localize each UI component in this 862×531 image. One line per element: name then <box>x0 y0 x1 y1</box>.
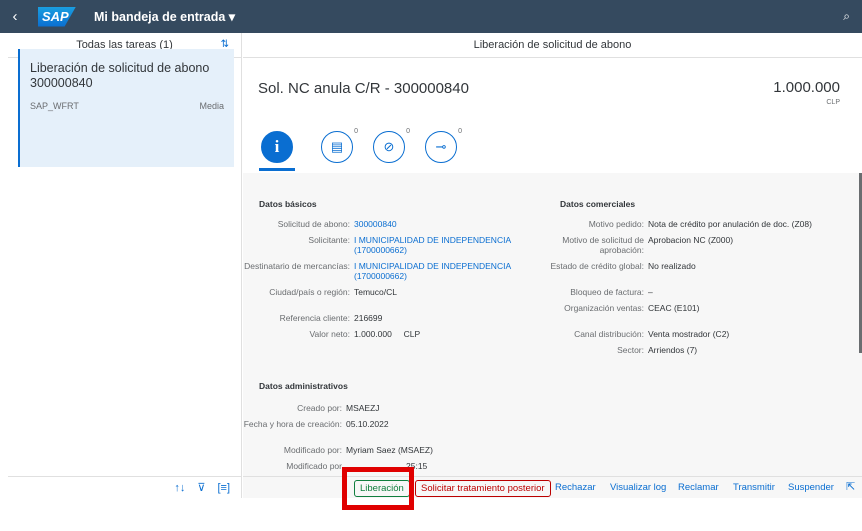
section-basic-title: Datos básicos <box>259 199 317 209</box>
commercial-value: Aprobacion NC (Z000) <box>648 235 734 245</box>
icon-tab-bar: i ▤ 0 ⊘ 0 ⊸ 0 <box>243 127 862 171</box>
active-tab-indicator <box>259 168 295 171</box>
commercial-row-6: Canal distribución: Venta mostrador (C2) <box>533 329 853 339</box>
notes-count: 0 <box>354 128 358 135</box>
detail-pane: Liberación de solicitud de abono Sol. NC… <box>243 33 862 498</box>
basic-label: Solicitante: <box>308 235 350 245</box>
link-count: 0 <box>458 128 462 135</box>
object-currency: CLP <box>826 99 840 106</box>
basic-label: Ciudad/país o región: <box>269 287 350 297</box>
group-icon[interactable]: [≡] <box>217 482 230 494</box>
admin-row-1: Creado por: MSAEZJ <box>243 403 516 413</box>
commercial-label: Sector: <box>617 345 644 355</box>
suspender-button[interactable]: Suspender <box>788 482 834 493</box>
list-item-user: SAP_WFRT <box>30 101 79 111</box>
basic-value-link[interactable]: I MUNICIPALIDAD DE INDEPENDENCIA (170000… <box>354 261 529 281</box>
object-amount: 1.000.000 <box>773 79 840 96</box>
commercial-value: No realizado <box>648 261 696 271</box>
app-window: ‹ SAP Mi bandeja de entrada ▾ ⌕ Todas la… <box>0 0 862 531</box>
admin-label: Fecha y hora de creación: <box>243 419 342 429</box>
section-admin-title: Datos administrativos <box>259 381 348 391</box>
commercial-row-7: Sector: Arriendos (7) <box>533 345 853 355</box>
admin-value: 05.10.2022 <box>346 419 389 429</box>
basic-label: Referencia cliente: <box>279 313 350 323</box>
admin-label: Modificado por: <box>283 445 342 455</box>
basic-row-3: Destinatario de mercancías: I MUNICIPALID… <box>243 261 529 281</box>
commercial-label: Motivo de solicitud de aprobación: <box>562 235 644 255</box>
detail-content: Datos básicos Solicitud de abono: 3000008… <box>243 173 862 498</box>
admin-value: Myriam Saez (MSAEZ) <box>346 445 433 455</box>
basic-row-6: Valor neto: 1.000.000 CLP <box>243 329 524 339</box>
search-icon[interactable]: ⌕ <box>843 9 850 24</box>
object-title: Sol. NC anula C/R - 300000840 <box>258 80 469 97</box>
commercial-label: Estado de crédito global: <box>550 261 644 271</box>
admin-label: Creado por: <box>297 403 342 413</box>
commercial-value: Arriendos (7) <box>648 345 698 355</box>
list-item-sub: SAP_WFRT Media <box>30 101 224 111</box>
basic-row-1: Solicitud de abono: 300000840 <box>243 219 524 229</box>
commercial-value: Venta mostrador (C2) <box>648 329 730 339</box>
notes-icon[interactable]: ▤ 0 <box>321 128 358 163</box>
detail-header: Liberación de solicitud de abono <box>243 33 862 58</box>
commercial-row-2: Motivo de solicitud de aprobación: Aproba… <box>533 235 853 255</box>
basic-row-2: Solicitante: I MUNICIPALIDAD DE INDEPENDE… <box>243 235 529 255</box>
info-icon[interactable]: i <box>261 131 293 163</box>
commercial-row-5: Organización ventas: CEAC (E101) <box>533 303 853 313</box>
commercial-label: Canal distribución: <box>574 329 644 339</box>
commercial-row-4: Bloqueo de factura: – <box>533 287 853 297</box>
filter-icon[interactable]: ⊽ <box>197 481 205 494</box>
commercial-label: Organización ventas: <box>564 303 644 313</box>
admin-row-2: Fecha y hora de creación: 05.10.2022 <box>243 419 516 429</box>
basic-label: Destinatario de mercancías: <box>244 261 350 271</box>
section-commercial-title: Datos comerciales <box>560 199 636 209</box>
list-item-title: Liberación de solicitud de abono 3000008… <box>30 61 210 90</box>
transmitir-button[interactable]: Transmitir <box>733 482 775 493</box>
admin-row-3: Modificado por: Myriam Saez (MSAEZ) <box>243 445 516 455</box>
footer-toolbar: Liberación Solicitar tratamiento posteri… <box>243 476 862 498</box>
commercial-row-1: Motivo pedido: Nota de crédito por anulac… <box>533 219 853 229</box>
visualizar-log-button[interactable]: Visualizar log <box>610 482 666 493</box>
list-item-priority: Media <box>199 101 224 111</box>
attachment-count: 0 <box>406 128 410 135</box>
admin-label: Modificado por <box>286 461 342 471</box>
basic-value-link[interactable]: I MUNICIPALIDAD DE INDEPENDENCIA (170000… <box>354 235 529 255</box>
basic-value: 216699 <box>354 313 383 323</box>
commercial-value: – <box>648 287 653 297</box>
attachment-icon[interactable]: ⊘ 0 <box>373 128 410 163</box>
list-item[interactable]: Liberación de solicitud de abono 3000008… <box>18 49 234 167</box>
commercial-row-3: Estado de crédito global: No realizado <box>533 261 853 271</box>
sap-logo: SAP <box>38 6 76 27</box>
basic-value: Temuco/CL <box>354 287 397 297</box>
basic-label: Valor neto: <box>309 329 350 339</box>
commercial-value: Nota de crédito por anulación de doc. (Z… <box>648 219 812 229</box>
app-title-menu[interactable]: Mi bandeja de entrada ▾ <box>94 9 235 24</box>
rechazar-button[interactable]: Rechazar <box>555 482 596 493</box>
reclamar-button[interactable]: Reclamar <box>678 482 719 493</box>
link-icon[interactable]: ⊸ 0 <box>425 128 462 163</box>
commercial-label: Bloqueo de factura: <box>570 287 644 297</box>
commercial-value: CEAC (E101) <box>648 303 700 313</box>
back-icon[interactable]: ‹ <box>0 0 30 33</box>
sort-icon[interactable]: ↑↓ <box>174 482 185 494</box>
basic-row-4: Ciudad/país o región: Temuco/CL <box>243 287 524 297</box>
admin-value: MSAEZJ <box>346 403 380 413</box>
basic-value: 1.000.000 CLP <box>354 329 421 339</box>
solicitar-tratamiento-button[interactable]: Solicitar tratamiento posterior <box>415 480 551 497</box>
share-icon[interactable]: ⇱ <box>846 480 855 493</box>
master-footer: ↑↓ ⊽ [≡] <box>8 476 242 498</box>
shell-bar: ‹ SAP Mi bandeja de entrada ▾ ⌕ <box>0 0 862 33</box>
highlight-box <box>342 467 414 510</box>
commercial-label: Motivo pedido: <box>588 219 644 229</box>
basic-value-link[interactable]: 300000840 <box>354 219 524 229</box>
basic-label: Solicitud de abono: <box>277 219 350 229</box>
basic-row-5: Referencia cliente: 216699 <box>243 313 524 323</box>
